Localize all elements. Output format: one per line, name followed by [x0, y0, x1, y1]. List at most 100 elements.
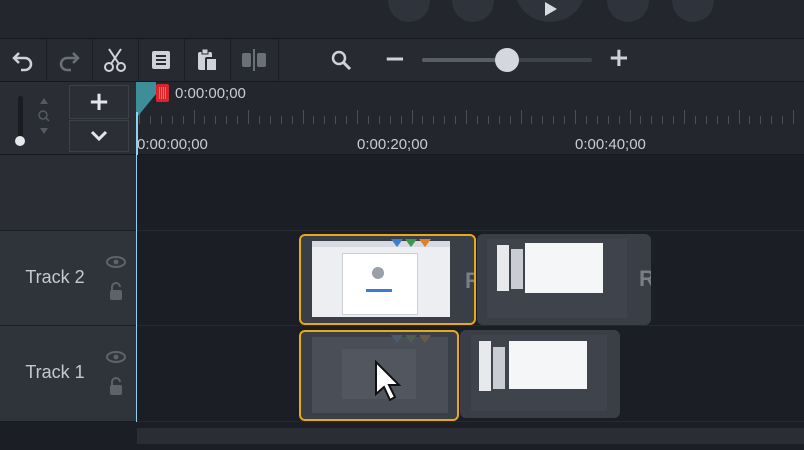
ruler-tick: [302, 110, 304, 124]
track-header-controls: +: [0, 82, 136, 155]
ruler-tick: [291, 116, 293, 124]
playhead-marker[interactable]: [156, 84, 169, 102]
undo-icon: [12, 52, 33, 72]
ruler-tick: [433, 116, 435, 124]
track-1-lane[interactable]: [137, 326, 804, 422]
add-track-label: +: [88, 87, 110, 117]
empty-track-header: [0, 155, 136, 231]
ruler-tick: [346, 116, 348, 124]
fast-forward-button[interactable]: [672, 0, 714, 22]
split-icon: [242, 49, 266, 71]
ruler-tick: [694, 116, 696, 124]
ruler-tick: [738, 110, 740, 124]
copy-button[interactable]: [138, 39, 185, 81]
ruler-tick: [760, 116, 762, 124]
ruler-tick: [455, 116, 457, 124]
ruler-tick: [596, 116, 598, 124]
step-forward-button[interactable]: [607, 0, 649, 22]
ruler-tick: [684, 110, 685, 124]
ruler-tick: [487, 116, 489, 124]
ruler-tick: [542, 116, 544, 124]
cut-button[interactable]: [92, 39, 139, 81]
track-2-header[interactable]: Track 2: [0, 231, 136, 326]
add-track-button[interactable]: +: [69, 85, 129, 119]
ruler-tick: [357, 110, 358, 124]
split-button[interactable]: [230, 39, 279, 81]
step-back-button[interactable]: [452, 0, 494, 22]
clip-label: R: [465, 268, 474, 294]
ruler-tick: [509, 116, 511, 124]
paste-button[interactable]: [184, 39, 231, 81]
eye-icon[interactable]: [106, 255, 126, 274]
ruler-tick: [269, 116, 271, 124]
track-height-handle[interactable]: [15, 136, 25, 146]
track-zoom-icon: [36, 96, 52, 141]
ruler-tick: [389, 116, 391, 124]
zoom-slider-handle[interactable]: [495, 48, 519, 72]
cut-icon: [104, 48, 126, 72]
zoom-out-button[interactable]: −: [384, 44, 406, 74]
clip-markers: [391, 334, 433, 352]
ruler-tick: [466, 110, 467, 124]
clip-thumbnail: [471, 335, 607, 411]
ruler-tick: [193, 110, 195, 124]
ruler-tick: [793, 110, 794, 124]
collapse-tracks-button[interactable]: [69, 120, 129, 152]
ruler-tick: [585, 116, 587, 124]
lock-icon[interactable]: [108, 376, 124, 401]
mouse-cursor-icon: [374, 359, 402, 407]
ruler-tick: [640, 116, 642, 124]
eye-icon[interactable]: [106, 350, 126, 369]
track-2-name: Track 2: [25, 267, 85, 287]
track-2-clip-1[interactable]: R: [299, 234, 476, 325]
track-1-header[interactable]: Track 1: [0, 326, 136, 422]
ruler-tick: [400, 116, 402, 124]
ruler-tick: [520, 110, 522, 124]
redo-button[interactable]: [46, 39, 93, 81]
track-height-slider[interactable]: [18, 96, 23, 140]
empty-track-lane[interactable]: [137, 155, 804, 231]
ruler-tick: [705, 116, 707, 124]
timeline-scrollbar[interactable]: [137, 428, 804, 444]
ruler-tick: [226, 116, 228, 124]
ruler-tick: [182, 116, 184, 124]
ruler-tick: [215, 116, 217, 124]
ruler-tick: [378, 116, 380, 124]
transport-bar: [0, 0, 804, 39]
ruler-tick: [258, 116, 260, 124]
ruler-tick: [313, 116, 315, 124]
zoom-icon[interactable]: [330, 49, 352, 76]
ruler-tick: [367, 116, 369, 124]
ruler-label-40: 0:00:40;00: [575, 136, 646, 153]
ruler-tick: [629, 110, 631, 124]
ruler-tick: [335, 116, 337, 124]
ruler-tick: [411, 110, 413, 124]
ruler-tick: [618, 116, 620, 124]
ruler-tick: [531, 116, 533, 124]
ruler-tick: [716, 116, 718, 124]
undo-button[interactable]: [0, 39, 47, 81]
ruler-tick: [498, 116, 500, 124]
track-2-lane[interactable]: R R: [137, 231, 804, 326]
track-1-clip-2[interactable]: [460, 330, 620, 418]
play-icon: [545, 2, 557, 16]
ruler-tick: [727, 116, 729, 124]
clip-label: R: [639, 266, 651, 291]
ruler-tick: [248, 110, 249, 124]
ruler-tick: [673, 116, 675, 124]
ruler-tick: [237, 116, 239, 124]
play-button[interactable]: [515, 0, 585, 22]
ruler-tick: [607, 116, 609, 124]
timeline-toolbar: − +: [0, 39, 804, 82]
copy-icon: [152, 51, 170, 69]
redo-icon: [59, 52, 80, 72]
ruler-tick: [160, 116, 162, 124]
ruler-label-20: 0:00:20;00: [357, 136, 428, 153]
lock-icon[interactable]: [108, 281, 124, 306]
zoom-in-button[interactable]: +: [608, 43, 630, 73]
rewind-button[interactable]: [388, 0, 430, 22]
timeline-ruler[interactable]: 0:00:00;00 0:00:20;00 0:00:40;00: [137, 106, 804, 155]
ruler-tick: [651, 116, 653, 124]
ruler-tick: [662, 116, 664, 124]
track-2-clip-2[interactable]: R: [477, 234, 651, 325]
